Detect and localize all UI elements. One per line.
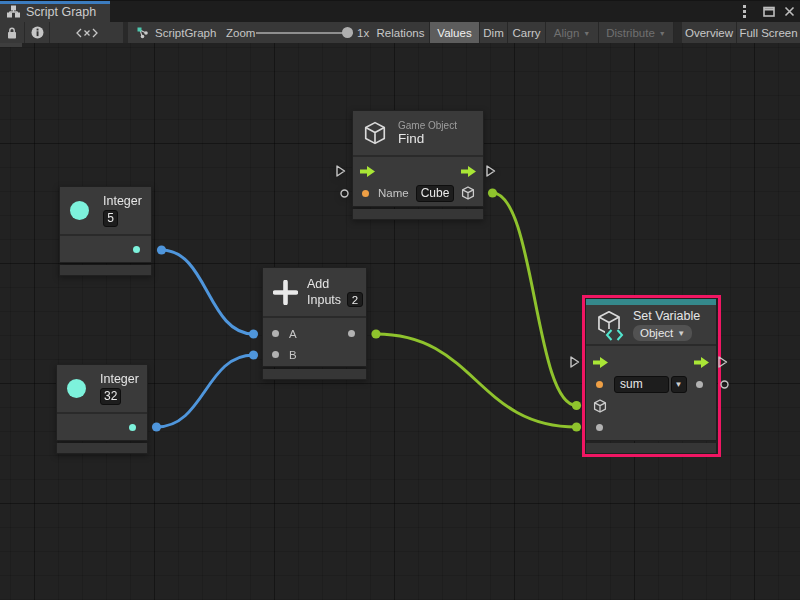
zoom-slider[interactable] (256, 32, 353, 34)
flow-output-port[interactable] (461, 166, 476, 177)
integer-literal-icon (70, 201, 89, 220)
node-add[interactable]: Add Inputs 2 A B (262, 267, 367, 380)
window-menu-icon[interactable] (736, 0, 753, 22)
inputs-count-input[interactable]: 2 (347, 292, 363, 307)
lock-button[interactable] (0, 22, 24, 43)
maximize-icon[interactable] (760, 0, 777, 22)
script-graph-asset-icon (136, 26, 149, 39)
add-input-a-port[interactable] (272, 330, 279, 337)
name-value-input[interactable]: Cube (416, 185, 455, 202)
integer-output-port[interactable] (129, 424, 136, 431)
find-name-port[interactable] (362, 190, 369, 197)
toolbar-button-fullscreen[interactable]: Full Screen (737, 22, 800, 43)
node-footer (585, 443, 717, 454)
node-title: Add (307, 277, 363, 291)
node-footer (352, 209, 484, 220)
variable-name-input[interactable]: sum (614, 376, 669, 393)
node-title: Integer (103, 194, 142, 208)
variable-output-port[interactable] (696, 381, 703, 388)
node-integer-32[interactable]: Integer 32 (56, 364, 148, 454)
value-input-port[interactable] (596, 424, 603, 431)
add-input-b-port[interactable] (272, 351, 279, 358)
node-footer (262, 369, 367, 380)
zoom-slider-handle[interactable] (342, 27, 353, 38)
node-footer (59, 265, 152, 276)
integer-output-port[interactable] (133, 246, 140, 253)
node-footer (56, 443, 148, 454)
code-view-button[interactable] (50, 22, 123, 43)
toolbar-button-relations[interactable]: Relations (372, 22, 430, 43)
set-variable-icon (596, 310, 623, 340)
variable-kind-dropdown[interactable]: Object ▼ (633, 325, 692, 341)
code-x-icon (76, 28, 98, 38)
add-output-port[interactable] (348, 330, 355, 337)
dropdown-caret-icon: ▼ (677, 329, 685, 338)
title-bar: Script Graph (0, 0, 800, 22)
graph-hierarchy-icon (7, 5, 20, 18)
flow-input-port[interactable] (360, 166, 375, 177)
inputs-label: Inputs (307, 293, 341, 307)
node-title: Integer (100, 372, 139, 386)
close-icon[interactable] (781, 0, 798, 22)
toolbar-button-carry[interactable]: Carry (508, 22, 546, 43)
variable-name-dropdown-button[interactable]: ▼ (671, 376, 687, 393)
scrollbar-thumb[interactable] (0, 43, 22, 47)
gameobject-input-port[interactable] (593, 399, 607, 413)
add-icon (273, 280, 298, 305)
graph-breadcrumb-zoom-segment: ScriptGraph Zoom 1x (128, 22, 372, 43)
info-icon (31, 26, 44, 39)
toolbar-button-values[interactable]: Values (430, 22, 480, 43)
node-integer-5[interactable]: Integer 5 (59, 186, 152, 276)
script-graph-window: Script Graph (0, 0, 800, 600)
toolbar-button-overview[interactable]: Overview (682, 22, 737, 43)
lock-icon (7, 27, 17, 39)
zoom-label: Zoom (226, 27, 255, 39)
dropdown-caret-icon: ▼ (675, 380, 683, 389)
dropdown-caret-icon: ▼ (583, 30, 590, 37)
tab-title: Script Graph (26, 5, 96, 19)
flow-output-port[interactable] (694, 357, 709, 368)
variable-name-port[interactable] (596, 381, 603, 388)
node-gameobject-find[interactable]: Game Object Find (352, 110, 484, 220)
graph-breadcrumb[interactable]: ScriptGraph (155, 27, 216, 39)
graph-toolbar: ScriptGraph Zoom 1x Relations Values Dim… (0, 22, 800, 43)
window-top-edge (0, 0, 800, 1)
port-label: Name (378, 187, 409, 199)
port-label: B (289, 349, 297, 361)
integer-value-input[interactable]: 5 (103, 210, 118, 227)
dropdown-caret-icon: ▼ (659, 30, 666, 37)
toolbar-button-distribute[interactable]: Distribute▼ (599, 22, 674, 43)
flow-input-port[interactable] (593, 357, 608, 368)
node-set-variable[interactable]: Set Variable Object ▼ (585, 298, 717, 454)
game-object-cube-icon (363, 121, 387, 145)
gameobject-output-port[interactable] (461, 186, 475, 200)
integer-value-input[interactable]: 32 (100, 388, 121, 405)
tab-script-graph[interactable]: Script Graph (0, 1, 110, 22)
zoom-value: 1x (357, 27, 369, 39)
port-label: A (289, 328, 297, 340)
variable-kind-value: Object (640, 327, 673, 339)
toolbar-button-dim[interactable]: Dim (480, 22, 508, 43)
info-button[interactable] (25, 22, 49, 43)
node-title: Set Variable (633, 309, 700, 323)
tab-active-indicator (0, 1, 110, 4)
integer-literal-icon (67, 379, 86, 398)
node-title: Find (398, 131, 457, 146)
toolbar-button-align[interactable]: Align▼ (546, 22, 599, 43)
window-controls (736, 0, 798, 22)
node-category: Game Object (398, 120, 457, 131)
